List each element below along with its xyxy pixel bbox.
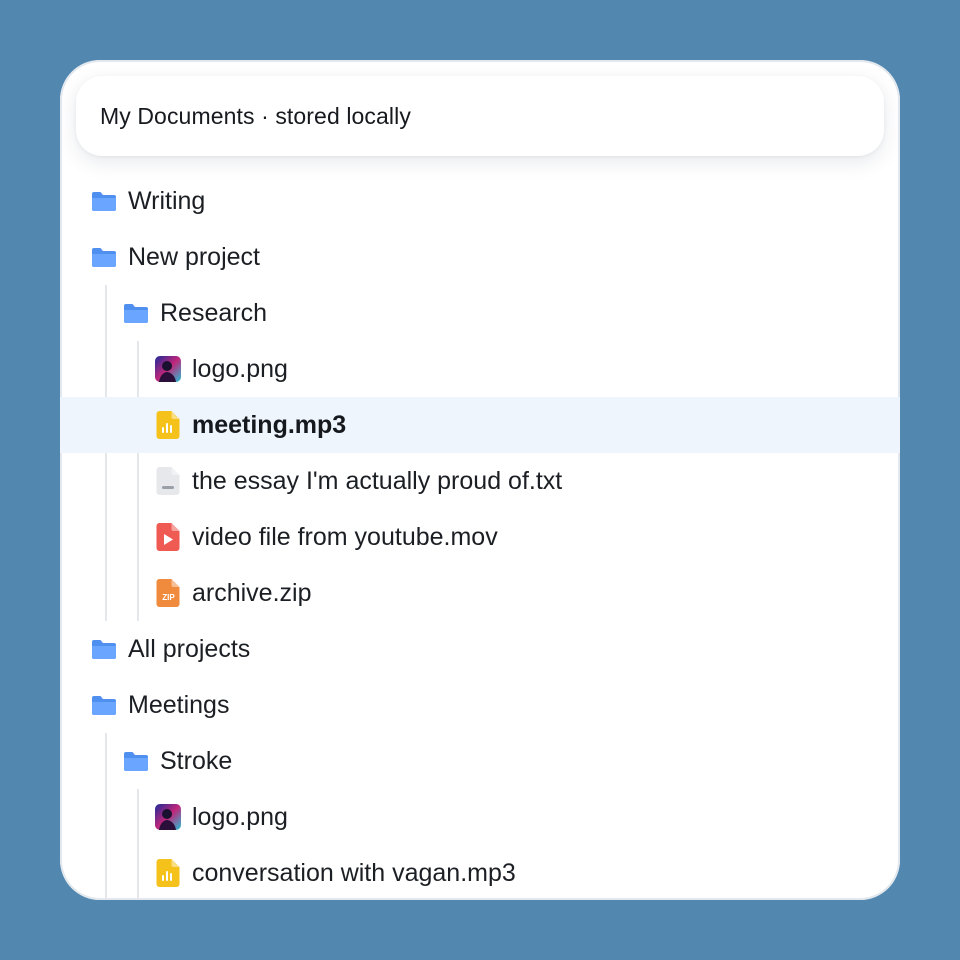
tree-folder-row[interactable]: New project: [60, 229, 900, 285]
tree-item-label: Stroke: [160, 746, 233, 775]
tree-file-row[interactable]: conversation with vagan.mp3: [60, 845, 900, 900]
tree-file-row[interactable]: logo.png: [60, 341, 900, 397]
tree-item-label: All projects: [128, 634, 251, 663]
folder-icon: [90, 243, 118, 271]
file-browser-card: My Documents · stored locally Writing New…: [60, 60, 900, 900]
tree-file-row[interactable]: meeting.mp3: [60, 397, 900, 453]
folder-icon: [90, 635, 118, 663]
tree-folder-row[interactable]: Meetings: [60, 677, 900, 733]
tree-folder-row[interactable]: Research: [60, 285, 900, 341]
image-file-icon: [154, 803, 182, 831]
tree-item-label: conversation with vagan.mp3: [192, 858, 516, 887]
tree-item-label: meeting.mp3: [192, 410, 347, 439]
image-file-icon: [154, 355, 182, 383]
audio-file-icon: [154, 859, 182, 887]
tree-item-label: video file from youtube.mov: [192, 522, 498, 551]
tree-item-label: Writing: [128, 186, 206, 215]
tree-folder-row[interactable]: Stroke: [60, 733, 900, 789]
tree-folder-row[interactable]: Writing: [60, 173, 900, 229]
video-file-icon: [154, 523, 182, 551]
audio-file-icon: [154, 411, 182, 439]
tree-item-label: the essay I'm actually proud of.txt: [192, 466, 563, 495]
tree-file-row[interactable]: logo.png: [60, 789, 900, 845]
tree-folder-row[interactable]: All projects: [60, 621, 900, 677]
tree-item-label: Meetings: [128, 690, 230, 719]
zip-file-icon: ZIP: [154, 579, 182, 607]
text-file-icon: [154, 467, 182, 495]
tree-item-label: archive.zip: [192, 578, 312, 607]
tree-file-row[interactable]: video file from youtube.mov: [60, 509, 900, 565]
tree-item-label: logo.png: [192, 354, 288, 383]
folder-icon: [122, 299, 150, 327]
tree-file-row[interactable]: ZIP archive.zip: [60, 565, 900, 621]
tree-item-label: logo.png: [192, 802, 288, 831]
tree-item-label: Research: [160, 298, 267, 327]
location-title: My Documents · stored locally: [100, 102, 411, 129]
svg-text:ZIP: ZIP: [162, 593, 175, 602]
tree-item-label: New project: [128, 242, 260, 271]
folder-icon: [90, 187, 118, 215]
tree-file-row[interactable]: the essay I'm actually proud of.txt: [60, 453, 900, 509]
location-header: My Documents · stored locally: [76, 76, 884, 156]
folder-icon: [90, 691, 118, 719]
folder-icon: [122, 747, 150, 775]
file-tree: Writing New project Research logo.png meetin…: [60, 173, 900, 900]
